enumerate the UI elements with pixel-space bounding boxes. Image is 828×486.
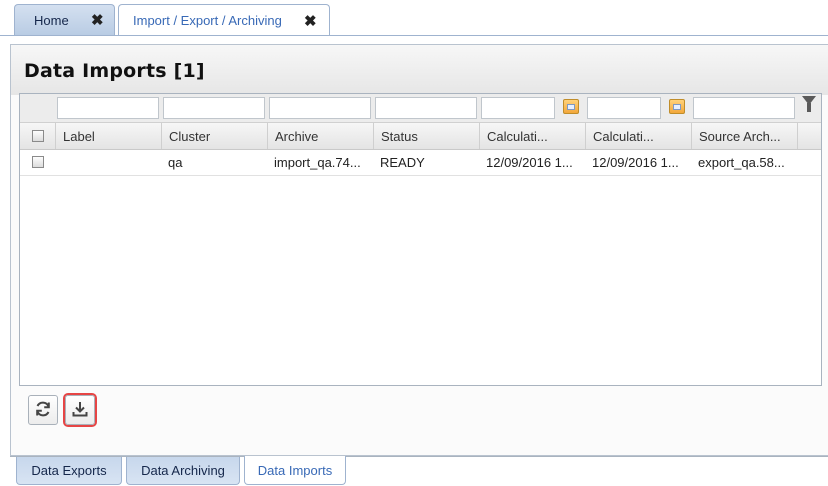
table-row[interactable]: qa import_qa.74... READY 12/09/2016 1...… [20,150,821,176]
cell-source-archive: export_qa.58... [698,155,785,170]
tab-divider [0,35,828,36]
imports-grid: Label Cluster Archive Status Calculati..… [19,93,822,386]
header-row: Label Cluster Archive Status Calculati..… [20,122,821,150]
filter-archive-input[interactable] [269,97,371,119]
column-header-label[interactable]: Label [55,123,161,149]
close-icon[interactable]: ✖ [91,11,104,29]
column-header-source-archive[interactable]: Source Arch... [691,123,797,149]
cell-cluster: qa [168,155,183,170]
filter-calculation-1-input[interactable] [481,97,555,119]
column-header-status[interactable]: Status [373,123,479,149]
select-all-checkbox[interactable] [32,130,44,142]
column-header-cluster[interactable]: Cluster [161,123,267,149]
calendar-icon[interactable] [563,99,579,114]
tab-import-export-archiving-label: Import / Export / Archiving [133,13,282,28]
cell-calculation-2: 12/09/2016 1... [592,155,679,170]
column-header-spacer [797,123,821,149]
column-header-calculation-2[interactable]: Calculati... [585,123,691,149]
cell-label [55,150,161,175]
refresh-button[interactable] [28,395,58,425]
tab-data-archiving[interactable]: Data Archiving [126,457,240,485]
filter-label-input[interactable] [57,97,159,119]
import-button[interactable] [65,395,95,425]
cell-status: READY [380,155,425,170]
top-tab-bar: Home ✖ Import / Export / Archiving ✖ [0,0,828,36]
filter-funnel-icon[interactable] [802,96,816,112]
tab-home-label: Home [34,12,69,28]
tab-data-exports[interactable]: Data Exports [16,457,122,485]
filter-source-archive-input[interactable] [693,97,795,119]
filter-cluster-input[interactable] [163,97,265,119]
tab-import-export-archiving[interactable]: Import / Export / Archiving ✖ [118,4,330,36]
panel-header: Data Imports [1] [11,45,828,95]
filter-calculation-2-input[interactable] [587,97,661,119]
column-header-calculation-1[interactable]: Calculati... [479,123,585,149]
filter-status-input[interactable] [375,97,477,119]
cell-archive: import_qa.74... [274,155,361,170]
column-header-archive[interactable]: Archive [267,123,373,149]
tab-data-imports[interactable]: Data Imports [244,456,346,485]
download-icon [70,399,90,422]
close-icon[interactable]: ✖ [304,12,317,30]
calendar-icon[interactable] [669,99,685,114]
row-checkbox[interactable] [32,156,44,168]
page-title: Data Imports [1] [24,60,205,82]
refresh-icon [33,399,53,422]
bottom-tab-bar: Data Exports Data Archiving Data Imports [0,456,828,486]
tab-home[interactable]: Home ✖ [14,4,115,35]
cell-calculation-1: 12/09/2016 1... [486,155,573,170]
filter-row [20,94,821,122]
